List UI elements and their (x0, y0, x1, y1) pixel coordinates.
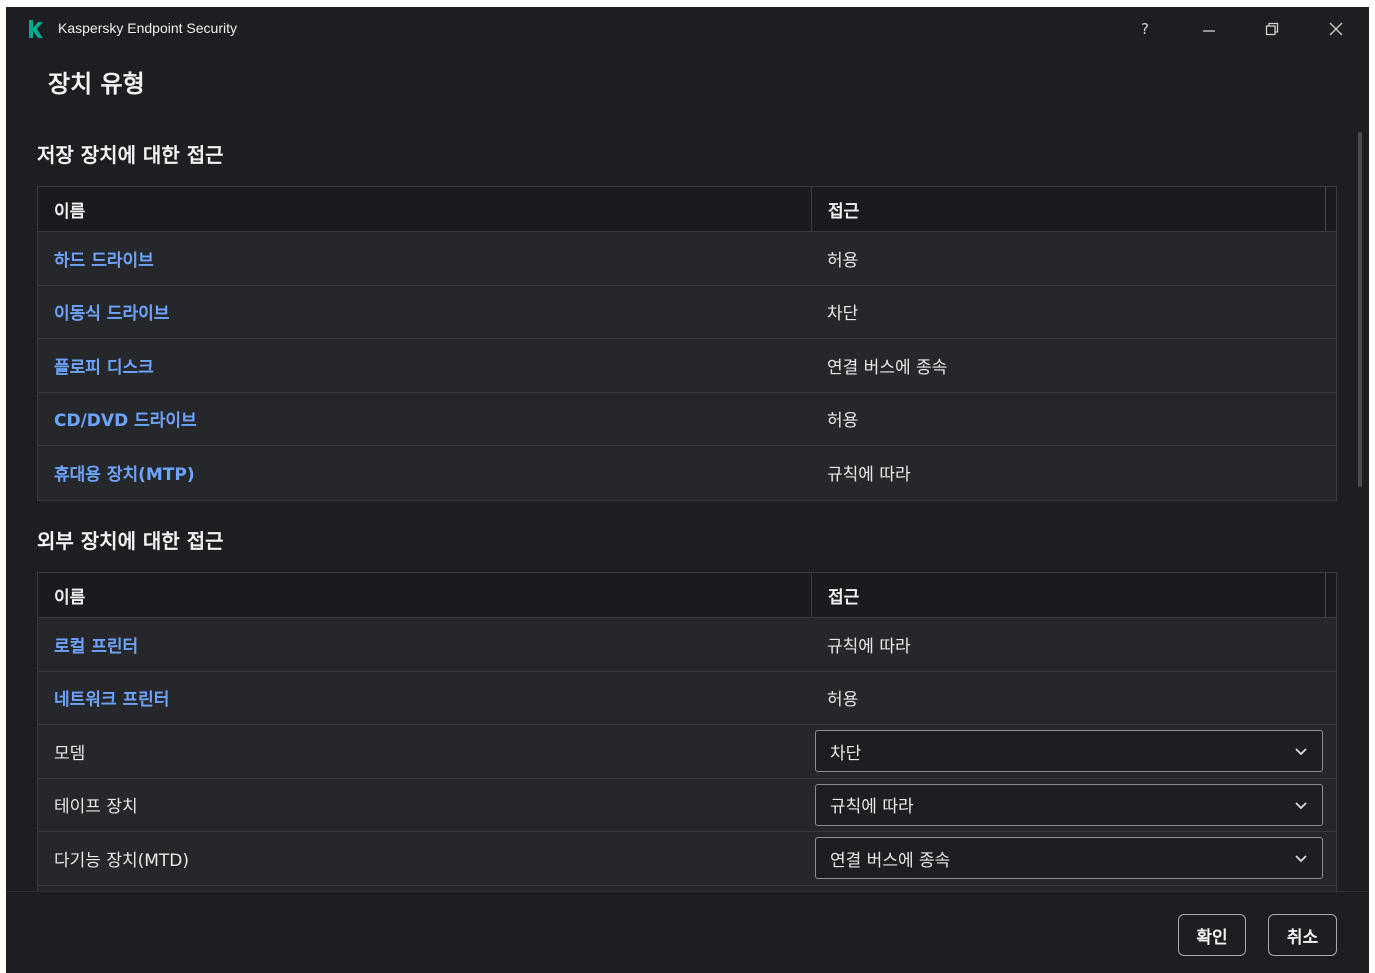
column-header-access[interactable]: 접근 (828, 583, 859, 608)
access-value: 허용 (827, 411, 859, 432)
cancel-button[interactable]: 취소 (1268, 914, 1337, 956)
footer: 확인 취소 (6, 891, 1369, 973)
external-table: 이름 접근 로컬 프린터 규칙에 따라 네트워크 프린터 허용 모뎀 차단 테이… (37, 572, 1337, 891)
app-window: Kaspersky Endpoint Security ? 장치 유형 저장 장… (6, 7, 1369, 973)
ok-button[interactable]: 확인 (1178, 914, 1246, 956)
device-link[interactable]: 휴대용 장치(MTP) (54, 460, 195, 485)
kaspersky-logo-icon (29, 20, 43, 38)
chevron-down-icon (1295, 802, 1307, 810)
device-name: 모뎀 (54, 743, 86, 764)
column-resize-handle[interactable] (1325, 573, 1326, 617)
column-resize-handle[interactable] (1325, 187, 1326, 231)
restore-icon (1265, 22, 1279, 36)
table-row: 네트워크 프린터 허용 (38, 672, 1336, 725)
dropdown-value: 연결 버스에 종속 (830, 850, 951, 871)
table-row: 이동식 드라이브 차단 (38, 286, 1336, 339)
device-link[interactable]: 로컬 프린터 (54, 632, 138, 657)
table-header: 이름 접근 (38, 573, 1336, 618)
device-name: 테이프 장치 (54, 797, 138, 818)
minimize-button[interactable] (1191, 15, 1227, 43)
page-title: 장치 유형 (48, 70, 145, 98)
column-header-name[interactable]: 이름 (54, 197, 85, 222)
table-row: 휴대용 장치(MTP) 규칙에 따라 (38, 446, 1336, 500)
access-dropdown[interactable]: 연결 버스에 종속 (815, 837, 1323, 880)
title-bar: Kaspersky Endpoint Security ? (6, 7, 1369, 51)
access-value: 연결 버스에 종속 (827, 357, 948, 378)
device-name: 다기능 장치(MTD) (54, 850, 190, 871)
access-dropdown[interactable]: 차단 (815, 730, 1323, 773)
storage-section-title: 저장 장치에 대한 접근 (37, 143, 224, 167)
access-value: 규칙에 따라 (827, 636, 911, 657)
table-row: 모뎀 차단 (38, 725, 1336, 779)
table-row: 하드 드라이브 허용 (38, 232, 1336, 286)
content-area: 저장 장치에 대한 접근 이름 접근 하드 드라이브 허용 이동식 드라이브 차… (6, 119, 1369, 891)
restore-button[interactable] (1254, 15, 1290, 43)
help-icon: ? (1141, 20, 1149, 38)
dropdown-value: 차단 (830, 743, 862, 764)
chevron-down-icon (1295, 855, 1307, 863)
device-link[interactable]: 플로피 디스크 (54, 353, 154, 378)
storage-table: 이름 접근 하드 드라이브 허용 이동식 드라이브 차단 플로피 디스크 연결 … (37, 186, 1337, 501)
device-link[interactable]: 하드 드라이브 (54, 246, 154, 271)
scrollbar-thumb[interactable] (1358, 132, 1362, 487)
table-row: 테이프 장치 규칙에 따라 (38, 779, 1336, 832)
table-row: 로컬 프린터 규칙에 따라 (38, 618, 1336, 672)
chevron-down-icon (1295, 748, 1307, 756)
column-header-name[interactable]: 이름 (54, 583, 85, 608)
access-value: 허용 (827, 690, 859, 711)
external-section-title: 외부 장치에 대한 접근 (37, 529, 224, 553)
table-row: 다기능 장치(MTD) 연결 버스에 종속 (38, 832, 1336, 886)
table-header: 이름 접근 (38, 187, 1336, 232)
access-dropdown[interactable]: 규칙에 따라 (815, 783, 1323, 826)
app-title: Kaspersky Endpoint Security (58, 20, 237, 36)
access-value: 허용 (827, 250, 859, 271)
help-button[interactable]: ? (1127, 15, 1163, 43)
device-link[interactable]: 네트워크 프린터 (54, 685, 169, 710)
minimize-icon (1203, 30, 1215, 32)
column-header-access[interactable]: 접근 (828, 197, 859, 222)
close-icon (1329, 22, 1343, 36)
access-value: 규칙에 따라 (827, 465, 911, 486)
table-row: CD/DVD 드라이브 허용 (38, 393, 1336, 446)
table-row: 플로피 디스크 연결 버스에 종속 (38, 339, 1336, 393)
dropdown-value: 규칙에 따라 (830, 797, 914, 818)
access-value: 차단 (827, 304, 859, 325)
device-link[interactable]: 이동식 드라이브 (54, 299, 169, 324)
device-link[interactable]: CD/DVD 드라이브 (54, 406, 197, 431)
close-button[interactable] (1318, 15, 1354, 43)
